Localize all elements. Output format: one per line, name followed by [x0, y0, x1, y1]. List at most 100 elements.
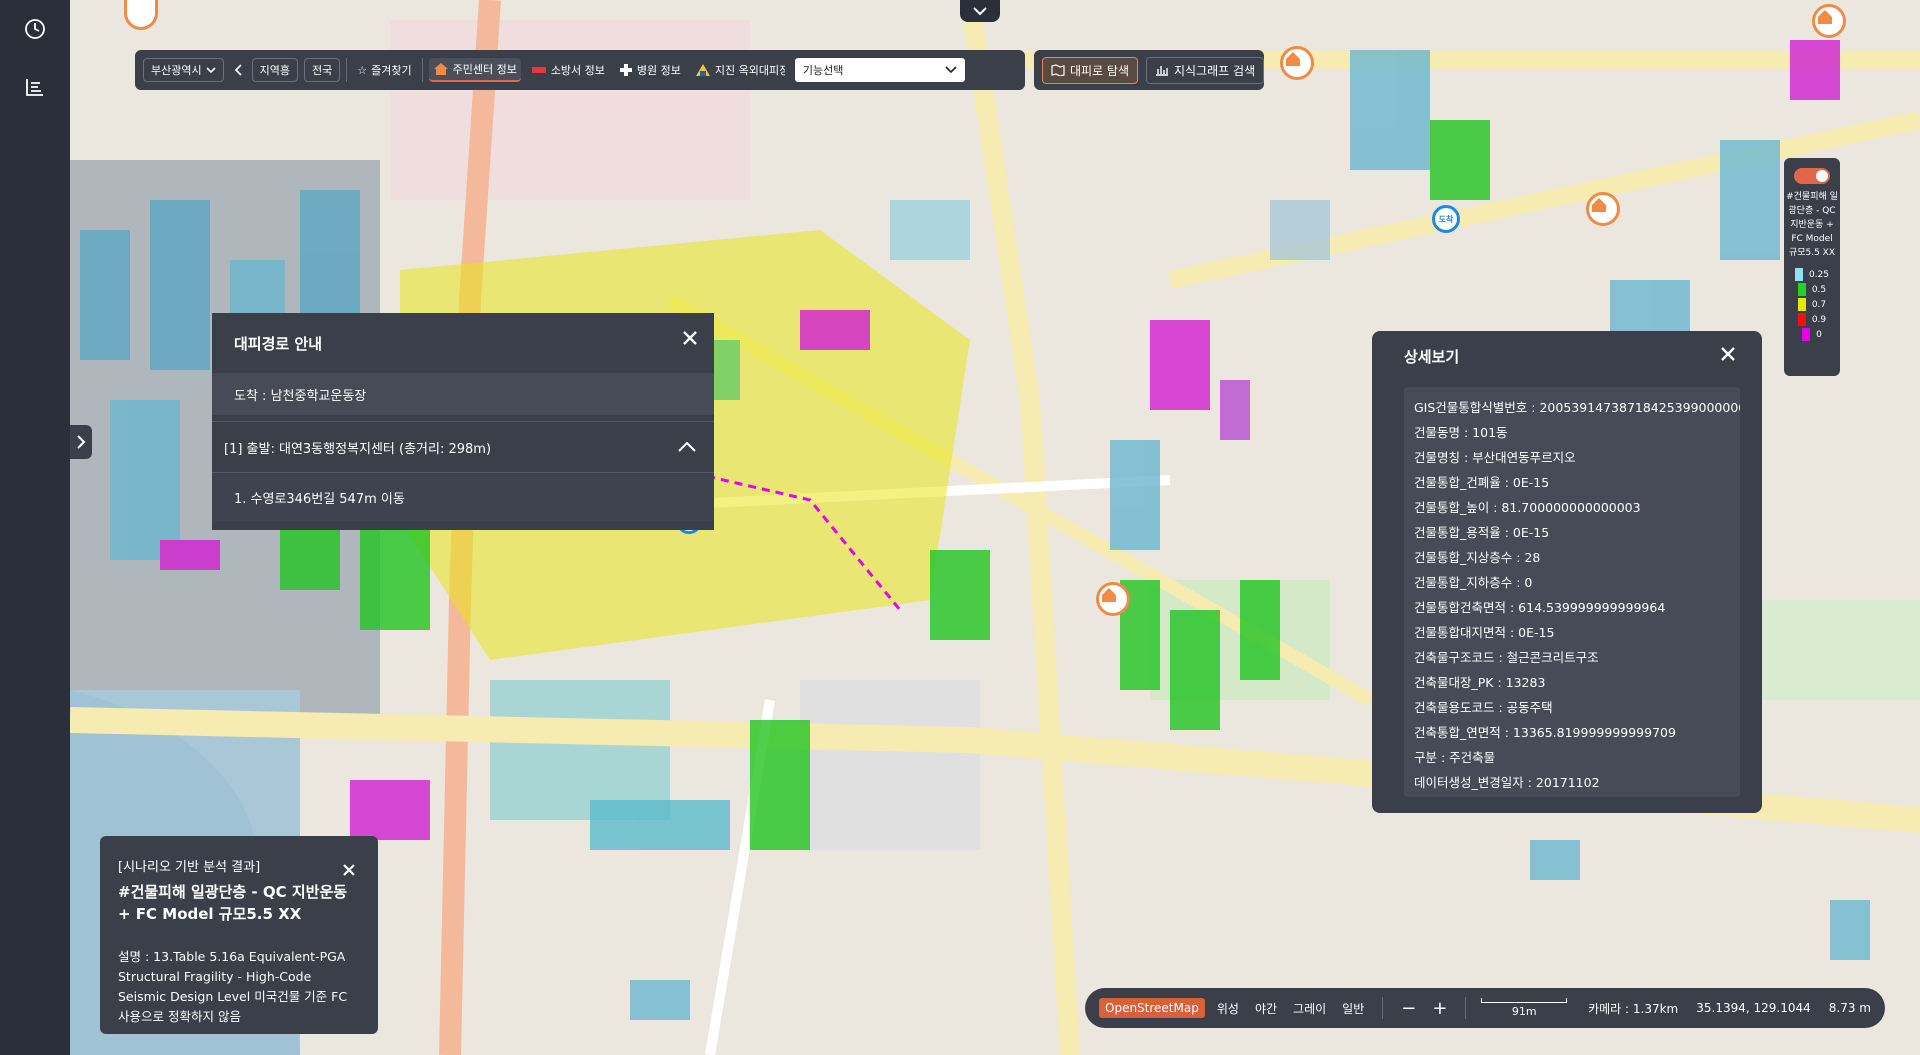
knowledge-graph-search-label: 지식그래프 검색	[1174, 63, 1256, 78]
scale-label: 91m	[1511, 1005, 1537, 1018]
tab-hospital-label: 병원 정보	[636, 64, 681, 77]
shelter-marker-icon[interactable]	[1586, 192, 1620, 226]
nation-button[interactable]: 전국	[303, 58, 341, 82]
route-destination: 도착 : 남천중학교운동장	[212, 373, 714, 415]
chart-icon[interactable]	[20, 72, 50, 102]
map-icon	[1051, 64, 1065, 76]
clock-icon[interactable]	[20, 14, 50, 44]
sidebar-expand-button[interactable]	[70, 425, 92, 459]
arrival-marker[interactable]: 도착	[1432, 205, 1460, 233]
legend-value: 0	[1816, 329, 1822, 340]
back-button[interactable]	[230, 61, 246, 79]
status-divider	[1465, 997, 1467, 1019]
chevron-down-icon	[945, 66, 957, 74]
toolbar-divider	[421, 58, 423, 82]
detail-attribute-row: 건축물구조코드 : 철근콘크리트구조	[1414, 650, 1599, 665]
left-rail	[0, 0, 70, 1055]
detail-attribute-row: 건물통합건축면적 : 614.539999999999964	[1414, 600, 1666, 615]
chevron-down-icon	[973, 7, 987, 16]
knowledge-graph-search-button[interactable]: 지식그래프 검색	[1146, 56, 1265, 84]
tab-community-center-label: 주민센터 정보	[452, 63, 517, 76]
close-detail-panel-button[interactable]	[1720, 345, 1736, 367]
route-step: 1. 수영로346번길 547m 이동	[212, 473, 714, 521]
shelter-marker-icon[interactable]	[1280, 46, 1314, 80]
legend-value: 0.9	[1811, 314, 1827, 325]
function-select[interactable]: 기능선택	[794, 58, 965, 82]
map-status-bar: OpenStreetMap 위성 야간 그레이 일반 − + 91m 카메라 :…	[1085, 988, 1885, 1028]
route-panel-title: 대피경로 안내	[234, 334, 323, 353]
detail-attribute-row: 건물통합_건폐율 : 0E-15	[1414, 475, 1550, 490]
detail-attribute-row: 건축물용도코드 : 공동주택	[1414, 700, 1553, 715]
basemap-tab-satellite[interactable]: 위성	[1213, 997, 1243, 1020]
legend-swatch	[1802, 328, 1811, 341]
close-route-panel-button[interactable]	[682, 329, 698, 351]
detail-attribute-row: 건물통합대지면적 : 0E-15	[1414, 625, 1555, 640]
hospital-cross-icon	[619, 64, 632, 76]
legend-row: 0.7	[1784, 298, 1840, 311]
status-divider	[1382, 997, 1384, 1019]
detail-attribute-row: 건물명칭 : 부산대연동푸르지오	[1414, 450, 1576, 465]
elevation-readout: 8.73 m	[1828, 1001, 1871, 1015]
legend-value: 0.7	[1811, 299, 1827, 310]
route-start-row[interactable]: [1] 출발: 대연3동행정복지센터 (총거리: 298m)	[212, 421, 714, 473]
main-toolbar: 부산광역시 지역흥 전국 ☆ 즐겨찾기 주민센터 정보 소방서 정보 병원 정보…	[135, 50, 1025, 90]
close-icon	[343, 864, 355, 876]
shelter-icon	[695, 64, 710, 76]
legend-swatch	[1797, 283, 1806, 296]
legend-swatch	[1797, 298, 1806, 311]
basemap-tab-night[interactable]: 야간	[1251, 997, 1281, 1020]
chevron-left-icon	[234, 64, 242, 76]
camera-height: 카메라 : 1.37km	[1588, 1001, 1679, 1016]
detail-attribute-row: 건물통합_높이 : 81.700000000000003	[1414, 500, 1641, 515]
basemap-tab-gray[interactable]: 그레이	[1289, 997, 1330, 1020]
tab-hospital[interactable]: 병원 정보	[615, 59, 685, 81]
detail-attribute-row: 구분 : 주건축물	[1414, 750, 1496, 765]
legend-row: 0.9	[1784, 313, 1840, 326]
detail-attribute-row: 데이터생성_변경일자 : 20171102	[1414, 775, 1600, 790]
legend-value: 0.25	[1808, 269, 1830, 280]
legend-swatch	[1794, 268, 1803, 281]
favorites-button[interactable]: ☆ 즐겨찾기	[353, 59, 415, 81]
detail-panel-title: 상세보기	[1404, 347, 1460, 366]
close-icon	[683, 331, 697, 345]
detail-attribute-row: GIS건물통합식별번호 : 20053914738718425399000000…	[1414, 400, 1740, 415]
legend-row: 0	[1784, 328, 1840, 341]
toolbar-divider	[346, 58, 348, 82]
tab-outdoor-evacuation[interactable]: 지진 옥외대피장	[691, 59, 789, 81]
home-icon	[433, 63, 448, 75]
collapse-toolbar-button[interactable]	[960, 0, 1000, 22]
scale-bar: 91m	[1480, 998, 1568, 1018]
basemap-tab-osm[interactable]: OpenStreetMap	[1099, 998, 1205, 1018]
legend-value: 0.5	[1811, 284, 1827, 295]
scenario-description: 설명 : 13.Table 5.16a Equivalent-PGA Struc…	[118, 949, 348, 1024]
local-button[interactable]: 지역흥	[251, 58, 298, 82]
tab-community-center[interactable]: 주민센터 정보	[428, 58, 521, 82]
scale-bar-line	[1481, 998, 1568, 1003]
tab-outdoor-evacuation-label: 지진 옥외대피장	[714, 64, 785, 77]
close-scenario-panel-button[interactable]	[342, 860, 356, 882]
legend-row: 0.5	[1784, 283, 1840, 296]
detail-attribute-row: 도로명주소 : 부산광역시 남구 수영로 ...	[1414, 795, 1730, 797]
basemap-tab-normal[interactable]: 일반	[1338, 997, 1368, 1020]
damage-legend: #건물피해 일광단층 - QC 지반운동 + FC Model 규모5.5 XX…	[1784, 158, 1840, 376]
close-icon	[1721, 347, 1735, 361]
shelter-marker-icon[interactable]	[1812, 4, 1846, 38]
legend-toggle[interactable]	[1794, 168, 1830, 184]
cursor-coordinates: 35.1394, 129.1044	[1696, 1001, 1811, 1015]
evacuation-route-panel: 대피경로 안내 도착 : 남천중학교운동장 [1] 출발: 대연3동행정복지센터…	[212, 313, 714, 530]
scenario-result-panel: [시나리오 기반 분석 결과] #건물피해 일광단층 - QC 지반운동 + F…	[100, 836, 378, 1034]
region-select[interactable]: 부산광역시	[143, 58, 224, 82]
detail-attribute-list[interactable]: GIS건물통합식별번호 : 20053914738718425399000000…	[1404, 387, 1740, 797]
chevron-up-icon	[678, 442, 696, 452]
scenario-tag: [시나리오 기반 분석 결과]	[118, 860, 261, 875]
evacuation-route-search-button[interactable]: 대피로 탐색	[1042, 56, 1139, 84]
detail-attribute-row: 건축통합_연면적 : 13365.819999999999709	[1414, 725, 1676, 740]
shelter-marker-icon[interactable]	[1096, 582, 1130, 616]
secondary-toolbar: 대피로 탐색 지식그래프 검색	[1034, 50, 1265, 90]
scenario-title: #건물피해 일광단층 - QC 지반운동 + FC Model 규모5.5 XX	[118, 883, 348, 923]
legend-swatch	[1797, 313, 1806, 326]
zoom-in-button[interactable]: +	[1428, 998, 1451, 1019]
tab-fire-station[interactable]: 소방서 정보	[527, 59, 609, 81]
zoom-out-button[interactable]: −	[1397, 998, 1420, 1019]
legend-row: 0.25	[1784, 268, 1840, 281]
